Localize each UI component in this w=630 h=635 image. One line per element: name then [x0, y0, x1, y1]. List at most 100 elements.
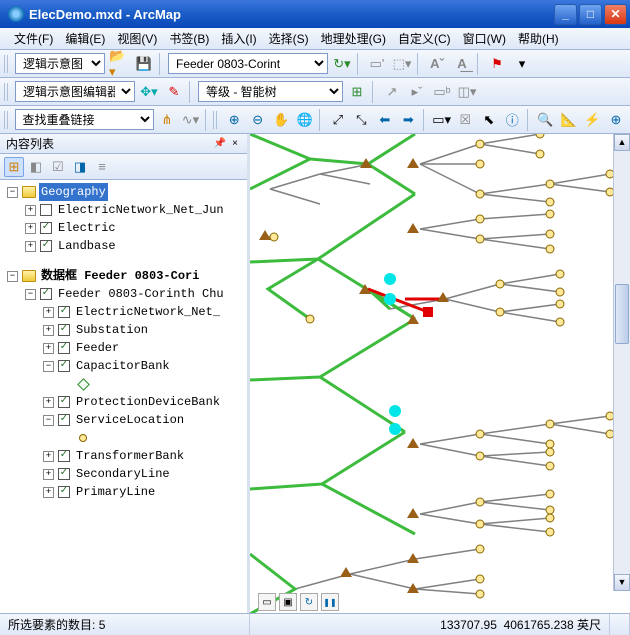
tool-a-button[interactable]: ▭ᵇ: [431, 81, 453, 103]
schematic-editor-combo[interactable]: 逻辑示意图编辑器: [15, 81, 135, 102]
tree-expand-icon[interactable]: +: [43, 469, 54, 480]
measure-button[interactable]: 📐: [559, 109, 579, 131]
prev-extent-button[interactable]: ⬅: [375, 109, 395, 131]
tree-expand-icon[interactable]: +: [43, 397, 54, 408]
hyperlink-button[interactable]: ⚡: [582, 109, 602, 131]
menu-edit[interactable]: 编辑(E): [59, 28, 111, 49]
flag-button[interactable]: ⚑: [486, 53, 508, 75]
layer-checkbox[interactable]: [40, 204, 52, 216]
layer-checkbox[interactable]: ✓: [58, 468, 70, 480]
tree-collapse-icon[interactable]: −: [43, 415, 54, 426]
menu-selection[interactable]: 选择(S): [263, 28, 315, 49]
menu-windows[interactable]: 窗口(W): [457, 28, 512, 49]
layer-checkbox[interactable]: ✓: [58, 342, 70, 354]
tree-expand-icon[interactable]: +: [25, 241, 36, 252]
tree-collapse-icon[interactable]: −: [7, 271, 18, 282]
level-combo[interactable]: 等级 - 智能树: [198, 81, 343, 102]
tree-collapse-icon[interactable]: −: [7, 187, 18, 198]
text-a2-button[interactable]: A͟: [451, 53, 473, 75]
layer-checkbox[interactable]: ✓: [40, 240, 52, 252]
select-element-button[interactable]: ⬚▾: [391, 53, 413, 75]
menu-bookmarks[interactable]: 书签(B): [163, 28, 215, 49]
edit-button[interactable]: ✎: [163, 81, 185, 103]
trace2-button[interactable]: ∿▾: [180, 109, 200, 131]
pin-icon[interactable]: 📌: [211, 138, 229, 149]
goto-xy-button[interactable]: ⊕: [606, 109, 626, 131]
menu-file[interactable]: 文件(F): [8, 28, 59, 49]
toolbar-grip[interactable]: [4, 55, 10, 73]
layer-checkbox[interactable]: ✓: [58, 324, 70, 336]
find-links-combo[interactable]: 查找重叠链接: [15, 109, 154, 130]
menu-insert[interactable]: 插入(I): [215, 28, 262, 49]
tree-expand-icon[interactable]: +: [43, 325, 54, 336]
tree-button[interactable]: ⊞: [346, 81, 368, 103]
tree-expand-icon[interactable]: +: [43, 451, 54, 462]
pan-button[interactable]: ✋: [271, 109, 291, 131]
scroll-up-button[interactable]: ▲: [614, 134, 630, 151]
list-by-drawing-button[interactable]: ⊞: [4, 157, 24, 177]
toolbar-grip[interactable]: [4, 83, 10, 101]
vertical-scrollbar[interactable]: ▲ ▼: [613, 134, 630, 591]
tool-b-button[interactable]: ◫▾: [456, 81, 478, 103]
tree-node[interactable]: PrimaryLine: [74, 483, 157, 501]
zoom-in-button[interactable]: ⊕: [224, 109, 244, 131]
tree-node[interactable]: CapacitorBank: [74, 357, 172, 375]
tree-collapse-icon[interactable]: −: [43, 361, 54, 372]
move-node-button[interactable]: ✥▾: [138, 81, 160, 103]
tree-node[interactable]: ServiceLocation: [74, 411, 186, 429]
tree-node[interactable]: SecondaryLine: [74, 465, 172, 483]
layer-checkbox[interactable]: ✓: [58, 360, 70, 372]
layer-checkbox[interactable]: ✓: [58, 486, 70, 498]
layer-checkbox[interactable]: ✓: [58, 396, 70, 408]
options-button[interactable]: ≡: [92, 157, 112, 177]
update-button[interactable]: ↻▾: [331, 53, 353, 75]
list-by-source-button[interactable]: ◧: [26, 157, 46, 177]
tree-collapse-icon[interactable]: −: [25, 289, 36, 300]
zoom-out-button[interactable]: ⊖: [247, 109, 267, 131]
tree-node[interactable]: Substation: [74, 321, 150, 339]
tree-node[interactable]: Feeder: [74, 339, 121, 357]
full-extent-button[interactable]: 🌐: [294, 109, 314, 131]
close-button[interactable]: ✕: [604, 4, 627, 25]
zoom-fixed-in-button[interactable]: ⤢: [328, 109, 348, 131]
tree-expand-icon[interactable]: +: [25, 223, 36, 234]
tree-expand-icon[interactable]: +: [25, 205, 36, 216]
select-features-button[interactable]: ▭▾: [431, 109, 452, 131]
layer-checkbox[interactable]: ✓: [40, 288, 52, 300]
layer-checkbox[interactable]: ✓: [40, 222, 52, 234]
clear-selection-button[interactable]: ☒: [455, 109, 475, 131]
scroll-thumb[interactable]: [615, 284, 629, 344]
tree-node[interactable]: ElectricNetwork_Net_Jun: [56, 201, 226, 219]
rotate-button[interactable]: ▸ˇ: [406, 81, 428, 103]
tree-node-feeder-df[interactable]: 数据框 Feeder 0803-Cori: [39, 267, 201, 285]
menu-view[interactable]: 视图(V): [111, 28, 163, 49]
save-schematic-button[interactable]: 💾: [133, 53, 155, 75]
data-view-tab[interactable]: ▭: [258, 593, 276, 611]
find-button[interactable]: 🔍: [535, 109, 555, 131]
tree-node[interactable]: Landbase: [56, 237, 118, 255]
select-tool-button[interactable]: ⬉: [479, 109, 499, 131]
toolbar-grip[interactable]: [4, 111, 10, 129]
feeder-combo[interactable]: Feeder 0803-Corint: [168, 53, 328, 74]
toolbar-grip[interactable]: [213, 111, 219, 129]
trace-button[interactable]: ⋔: [157, 109, 177, 131]
tree-node-geography[interactable]: Geography: [39, 183, 108, 201]
scroll-down-button[interactable]: ▼: [614, 574, 630, 591]
align-button[interactable]: ↗: [381, 81, 403, 103]
tree-expand-icon[interactable]: +: [43, 307, 54, 318]
menu-customize[interactable]: 自定义(C): [392, 28, 457, 49]
toc-tree[interactable]: − Geography + ElectricNetwork_Net_Jun + ✓ El…: [0, 180, 247, 613]
identify-button[interactable]: ⓘ: [502, 109, 522, 131]
next-extent-button[interactable]: ➡: [398, 109, 418, 131]
open-schematic-button[interactable]: 📂▾: [108, 53, 130, 75]
tree-node[interactable]: ProtectionDeviceBank: [74, 393, 222, 411]
pause-button[interactable]: ❚❚: [321, 593, 339, 611]
map-canvas[interactable]: ▲ ▼ ▭ ▣ ↻ ❚❚: [250, 134, 630, 613]
schematic-combo[interactable]: 逻辑示意图: [15, 53, 105, 74]
dropdown-button[interactable]: ▾: [511, 53, 533, 75]
tree-expand-icon[interactable]: +: [43, 343, 54, 354]
maximize-button[interactable]: □: [579, 4, 602, 25]
tree-node[interactable]: Electric: [56, 219, 118, 237]
layer-checkbox[interactable]: ✓: [58, 306, 70, 318]
tree-node[interactable]: Feeder 0803-Corinth Chu: [56, 285, 226, 303]
